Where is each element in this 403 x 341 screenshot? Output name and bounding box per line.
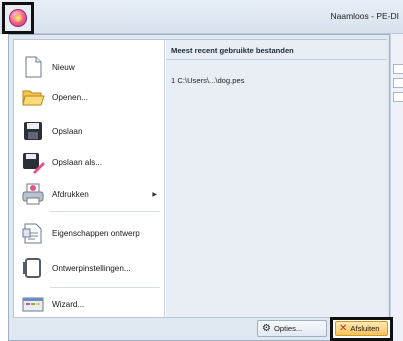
menu-item-label: Wizard... xyxy=(52,299,85,309)
menu-item-design-settings[interactable]: Ontwerpinstellingen... xyxy=(17,253,162,283)
gear-icon: ⚙ xyxy=(262,323,271,334)
menu-item-label: Ontwerpinstellingen... xyxy=(52,263,131,273)
save-as-icon xyxy=(21,150,45,174)
new-document-icon xyxy=(21,55,45,79)
window-title: Naamloos - PE-DI xyxy=(330,11,400,21)
application-menu: Nieuw Openen... Opslaan Opslaan als... A… xyxy=(8,34,393,341)
options-button[interactable]: ⚙ Opties... xyxy=(257,320,327,337)
recent-files-header: Meest recent gebruikte bestanden xyxy=(166,40,387,60)
exit-button[interactable]: ✕ Afsluiten xyxy=(335,321,388,336)
menu-item-label: Opslaan xyxy=(52,126,83,136)
save-icon xyxy=(21,119,45,143)
app-orb-icon xyxy=(9,9,27,27)
menu-item-save[interactable]: Opslaan xyxy=(17,116,162,146)
options-label: Opties... xyxy=(273,324,303,333)
recent-file-path: C:\Users\...\dog.pes xyxy=(177,76,245,85)
menu-panel: Nieuw Openen... Opslaan Opslaan als... A… xyxy=(13,39,387,318)
menu-commands: Nieuw Openen... Opslaan Opslaan als... A… xyxy=(14,40,165,317)
recent-file-item[interactable]: 1 C:\Users\...\dog.pes xyxy=(171,76,244,85)
print-icon xyxy=(21,182,45,206)
design-settings-icon xyxy=(21,256,45,280)
background-toolbar xyxy=(390,34,403,341)
menu-item-label: Openen... xyxy=(52,92,88,102)
menu-item-label: Afdrukken xyxy=(52,189,89,199)
menu-separator xyxy=(50,211,160,212)
wizard-icon xyxy=(21,292,45,316)
menu-item-label: Eigenschappen ontwerp xyxy=(52,228,140,238)
submenu-arrow-icon: ▶ xyxy=(152,191,157,198)
menu-item-print[interactable]: Afdrukken ▶ xyxy=(17,179,162,209)
title-bar: Naamloos - PE-DI xyxy=(0,0,403,34)
close-icon: ✕ xyxy=(339,323,348,334)
menu-item-wizard[interactable]: Wizard... xyxy=(17,289,162,319)
open-folder-icon xyxy=(21,85,45,109)
menu-item-new[interactable]: Nieuw xyxy=(17,52,162,82)
recent-files-panel: Meest recent gebruikte bestanden 1 C:\Us… xyxy=(166,40,387,317)
exit-button-highlight: ✕ Afsluiten xyxy=(330,317,393,341)
design-properties-icon xyxy=(21,221,45,245)
application-menu-button[interactable] xyxy=(2,2,34,34)
toolbar-cell xyxy=(393,78,403,88)
toolbar-cell xyxy=(393,64,403,74)
menu-item-open[interactable]: Openen... xyxy=(17,82,162,112)
menu-footer: ⚙ Opties... ✕ Afsluiten xyxy=(13,317,393,341)
menu-item-design-properties[interactable]: Eigenschappen ontwerp xyxy=(17,218,162,248)
menu-separator xyxy=(50,287,160,288)
toolbar-cell xyxy=(393,92,403,102)
recent-file-index: 1 xyxy=(171,76,176,85)
menu-item-save-as[interactable]: Opslaan als... xyxy=(17,147,162,177)
menu-item-label: Opslaan als... xyxy=(52,157,103,167)
exit-label: Afsluiten xyxy=(350,324,380,333)
menu-item-label: Nieuw xyxy=(52,62,75,72)
